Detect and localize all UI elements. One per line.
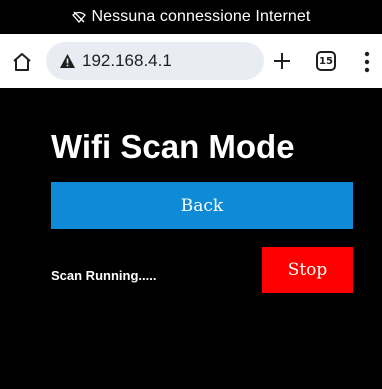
tab-switcher-icon[interactable]: 15 [316,51,336,71]
page-content: Wifi Scan Mode Back Scan Running..... St… [0,88,382,389]
network-status-text: Nessuna connessione Internet [91,8,311,25]
url-text[interactable]: 192.168.4.1 [82,51,172,71]
page-title: Wifi Scan Mode [51,128,295,165]
system-status-bar: Nessuna connessione Internet [0,0,382,34]
scan-status-text: Scan Running..... [51,268,157,283]
address-bar[interactable]: 192.168.4.1 [46,42,264,80]
tab-count: 15 [319,55,333,67]
browser-toolbar: 192.168.4.1 15 [0,34,382,88]
overflow-menu-icon[interactable] [364,51,370,73]
stop-button[interactable]: Stop [262,247,353,293]
back-button[interactable]: Back [51,182,353,229]
wifi-off-icon [71,11,86,23]
home-icon[interactable] [10,50,34,74]
not-secure-warning-icon[interactable] [59,53,76,69]
new-tab-plus-icon[interactable] [270,49,294,73]
